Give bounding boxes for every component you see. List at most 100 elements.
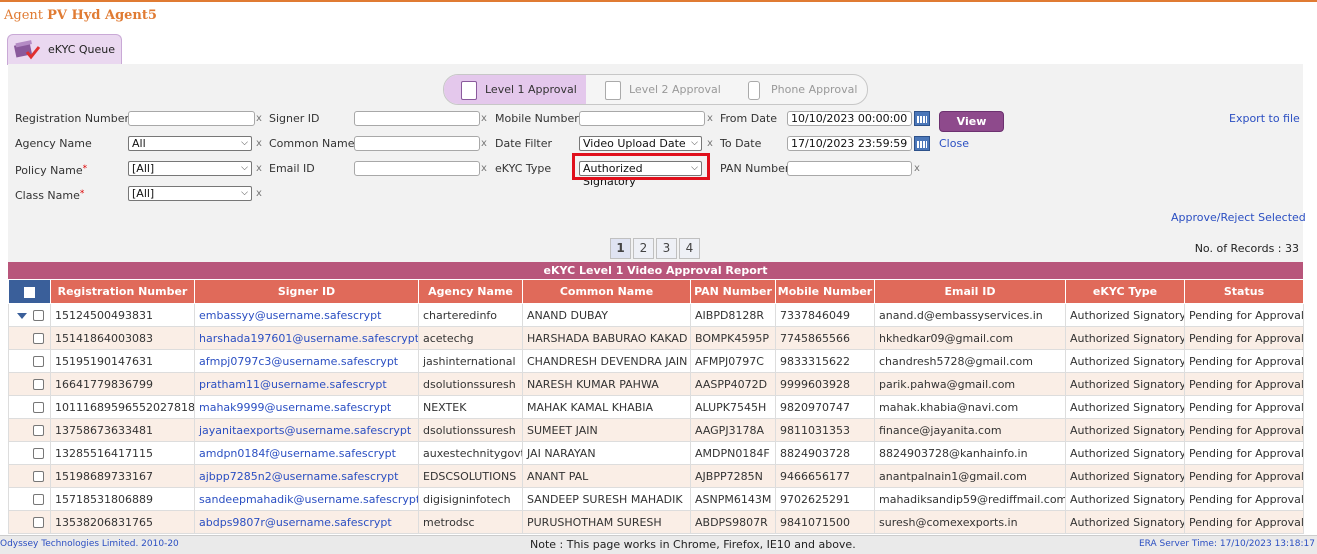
row-select-cell[interactable]: [8, 349, 51, 373]
column-header[interactable]: Email ID: [874, 279, 1066, 304]
table-row[interactable]: 13285516417115 amdpn0184f@username.safesc…: [8, 441, 1304, 465]
signer-id-cell[interactable]: embassyy@username.safescrypt: [194, 303, 419, 327]
table-row[interactable]: 13758673633481 jayanitaexports@username.s…: [8, 418, 1304, 442]
common-name-input[interactable]: [354, 136, 480, 151]
page-1-button[interactable]: 1: [610, 238, 631, 259]
expand-triangle-icon[interactable]: [17, 312, 27, 319]
signer-id-cell[interactable]: jayanitaexports@username.safescrypt: [194, 418, 419, 442]
tab-phone-approval[interactable]: Phone Approval: [736, 75, 867, 104]
clear-mobile-icon[interactable]: x: [707, 113, 713, 124]
from-date-label: From Date: [720, 112, 778, 125]
row-select-cell[interactable]: [8, 441, 51, 465]
clear-signer-id-icon[interactable]: x: [481, 113, 487, 124]
column-header[interactable]: Agency Name: [418, 279, 523, 304]
mobile-number-cell: 9811031353: [775, 418, 875, 442]
mobile-number-input[interactable]: [579, 111, 705, 126]
registration-number-cell: 13538206831765: [50, 510, 195, 534]
email-id-input[interactable]: [354, 161, 480, 176]
row-checkbox[interactable]: [33, 494, 44, 505]
row-checkbox[interactable]: [33, 448, 44, 459]
email-id-cell: suresh@comexexports.in: [874, 510, 1066, 534]
column-header[interactable]: eKYC Type: [1065, 279, 1185, 304]
column-header[interactable]: Signer ID: [194, 279, 419, 304]
view-button[interactable]: View: [939, 111, 1004, 132]
column-header[interactable]: PAN Number: [690, 279, 776, 304]
tab-level-2-approval[interactable]: Level 2 Approval: [586, 75, 736, 104]
to-date-input[interactable]: 17/10/2023 23:59:59: [787, 136, 912, 151]
table-row[interactable]: 15195190147631 afmpj0797c3@username.safes…: [8, 349, 1304, 373]
page-2-button[interactable]: 2: [633, 238, 654, 259]
table-row[interactable]: 10111689596552027818 mahak9999@username.s…: [8, 395, 1304, 419]
signer-id-cell[interactable]: abdps9807r@username.safescrypt: [194, 510, 419, 534]
clear-policy-icon[interactable]: x: [256, 163, 262, 174]
signer-id-input[interactable]: [354, 111, 480, 126]
clear-common-name-icon[interactable]: x: [481, 138, 487, 149]
common-name-cell: SUMEET JAIN: [522, 418, 691, 442]
from-date-input[interactable]: 10/10/2023 00:00:00: [787, 111, 912, 126]
column-header[interactable]: Status: [1184, 279, 1304, 304]
approve-reject-selected-link[interactable]: Approve/Reject Selected: [1171, 211, 1306, 224]
clear-email-icon[interactable]: x: [481, 163, 487, 174]
row-select-cell[interactable]: [8, 372, 51, 396]
policy-name-select[interactable]: [All] ⌵: [128, 161, 252, 176]
calendar-icon[interactable]: [914, 136, 930, 151]
clear-pan-icon[interactable]: x: [914, 163, 920, 174]
select-all-checkbox[interactable]: [8, 279, 51, 304]
record-count: No. of Records : 33: [1194, 242, 1299, 255]
export-to-file-link[interactable]: Export to file: [1229, 112, 1300, 125]
tab-level-1-approval[interactable]: Level 1 Approval: [444, 75, 586, 104]
row-checkbox[interactable]: [33, 333, 44, 344]
row-select-cell[interactable]: [8, 510, 51, 534]
row-select-cell[interactable]: [8, 487, 51, 511]
clear-class-icon[interactable]: x: [256, 188, 262, 199]
signer-id-cell[interactable]: sandeepmahadik@username.safescrypt: [194, 487, 419, 511]
row-select-cell[interactable]: [8, 418, 51, 442]
row-checkbox[interactable]: [33, 471, 44, 482]
table-row[interactable]: 16641779836799 pratham11@username.safescr…: [8, 372, 1304, 396]
clear-registration-icon[interactable]: x: [256, 113, 262, 124]
signer-id-cell[interactable]: pratham11@username.safescrypt: [194, 372, 419, 396]
signer-id-cell[interactable]: harshada197601@username.safescrypt: [194, 326, 419, 350]
date-filter-select[interactable]: Video Upload Date ⌵: [579, 136, 702, 151]
row-checkbox[interactable]: [33, 356, 44, 367]
column-header[interactable]: Registration Number: [50, 279, 195, 304]
page-4-button[interactable]: 4: [679, 238, 700, 259]
row-checkbox[interactable]: [33, 402, 44, 413]
table-row[interactable]: 15718531806889 sandeepmahadik@username.sa…: [8, 487, 1304, 511]
pan-number-input[interactable]: [787, 161, 912, 176]
row-checkbox[interactable]: [33, 517, 44, 528]
ekyc-type-cell: Authorized Signatory: [1065, 510, 1185, 534]
column-header[interactable]: Common Name: [522, 279, 691, 304]
server-time: ERA Server Time: 17/10/2023 13:18:17: [1138, 539, 1315, 549]
table-row[interactable]: 13538206831765 abdps9807r@username.safesc…: [8, 510, 1304, 534]
signer-id-cell[interactable]: ajbpp7285n2@username.safescrypt: [194, 464, 419, 488]
signer-id-cell[interactable]: afmpj0797c3@username.safescrypt: [194, 349, 419, 373]
clear-agency-icon[interactable]: x: [256, 138, 262, 149]
clear-date-filter-icon[interactable]: x: [707, 138, 713, 149]
column-header[interactable]: Mobile Number: [775, 279, 875, 304]
row-select-cell[interactable]: [8, 395, 51, 419]
page-3-button[interactable]: 3: [656, 238, 677, 259]
ekyc-queue-tab[interactable]: eKYC Queue: [7, 34, 122, 65]
row-checkbox[interactable]: [33, 310, 44, 321]
agency-name-select[interactable]: All ⌵: [128, 136, 252, 151]
calendar-icon[interactable]: [914, 111, 930, 126]
signer-id-cell[interactable]: amdpn0184f@username.safescrypt: [194, 441, 419, 465]
close-link[interactable]: Close: [939, 137, 969, 150]
pan-number-cell: AASPP4072D: [690, 372, 776, 396]
row-checkbox[interactable]: [33, 425, 44, 436]
row-select-cell[interactable]: [8, 464, 51, 488]
date-filter-value: Video Upload Date: [583, 137, 686, 150]
signer-id-cell[interactable]: mahak9999@username.safescrypt: [194, 395, 419, 419]
registration-number-input[interactable]: [128, 111, 255, 126]
mobile-number-cell: 9702625291: [775, 487, 875, 511]
table-row[interactable]: 15141864003083 harshada197601@username.sa…: [8, 326, 1304, 350]
email-id-cell: 8824903728@kanhainfo.in: [874, 441, 1066, 465]
row-select-cell[interactable]: [8, 326, 51, 350]
class-name-select[interactable]: [All] ⌵: [128, 186, 252, 201]
row-checkbox[interactable]: [33, 379, 44, 390]
row-select-cell[interactable]: [8, 303, 51, 327]
status-cell: Pending for Approval: [1184, 395, 1304, 419]
table-row[interactable]: 15124500493831 embassyy@username.safescry…: [8, 303, 1304, 327]
table-row[interactable]: 15198689733167 ajbpp7285n2@username.safes…: [8, 464, 1304, 488]
